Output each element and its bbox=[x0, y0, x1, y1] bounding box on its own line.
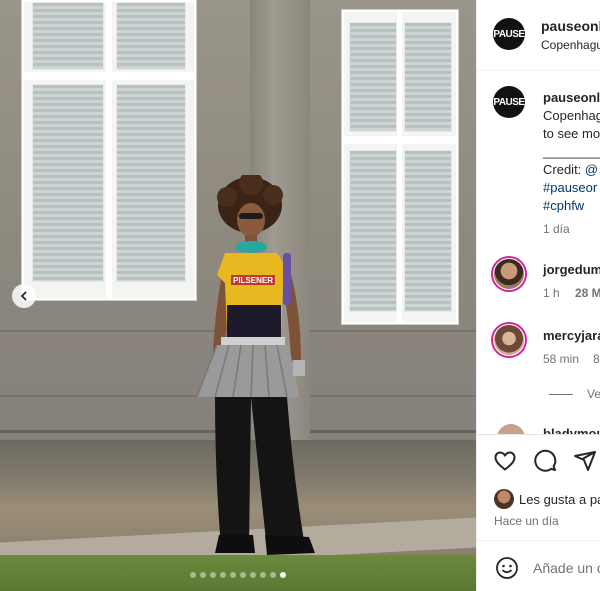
carousel-dot bbox=[210, 572, 216, 578]
comment-avatar[interactable] bbox=[491, 256, 527, 292]
caption-line-1: Copenhag bbox=[543, 108, 600, 123]
carousel-dot bbox=[270, 572, 276, 578]
carousel-dot bbox=[230, 572, 236, 578]
post-photo: PILSENER bbox=[0, 0, 476, 591]
comment-time: 1 h bbox=[543, 286, 560, 300]
comment-meta[interactable]: 8 bbox=[593, 352, 600, 366]
header-divider bbox=[477, 70, 600, 71]
comment-time: 58 min bbox=[543, 352, 580, 366]
emoji-icon bbox=[496, 557, 518, 579]
post-date[interactable]: Hace un día bbox=[494, 514, 559, 528]
add-comment-input[interactable]: Añade un co bbox=[533, 560, 600, 576]
actions-section: Les gusta a pa Hace un día Añade un co bbox=[477, 435, 600, 591]
liker-avatar[interactable] bbox=[494, 489, 514, 509]
likes-summary[interactable]: Les gusta a pa bbox=[519, 492, 600, 507]
hashtag-link[interactable]: #cphfw bbox=[543, 198, 584, 213]
left-window bbox=[22, 0, 196, 300]
avatar-logo-text: PAUSE bbox=[493, 96, 525, 108]
view-replies-link[interactable]: Ve bbox=[587, 387, 600, 401]
share-button[interactable] bbox=[573, 449, 597, 476]
comment-meta[interactable]: 28 M bbox=[575, 286, 600, 300]
model-figure: PILSENER bbox=[196, 175, 315, 555]
carousel-dot bbox=[200, 572, 206, 578]
carousel-dot bbox=[250, 572, 256, 578]
header-username[interactable]: pauseonli bbox=[541, 18, 600, 34]
comment-avatar[interactable] bbox=[491, 322, 527, 358]
hashtag-link[interactable]: #pauseor bbox=[543, 180, 597, 195]
share-icon bbox=[574, 451, 596, 471]
caption-avatar[interactable]: PAUSE bbox=[493, 86, 525, 118]
account-avatar[interactable]: PAUSE bbox=[493, 18, 525, 50]
carousel-dot bbox=[280, 572, 286, 578]
comment-button[interactable] bbox=[533, 449, 557, 476]
right-window bbox=[342, 10, 458, 324]
caption-line-2: to see mo bbox=[543, 126, 600, 141]
post-sidebar: PAUSE pauseonli Copenhagu PAUSE pauseonl… bbox=[476, 0, 600, 591]
caption-username[interactable]: pauseonl bbox=[543, 90, 600, 105]
chevron-left-icon bbox=[20, 291, 27, 301]
carousel-dot bbox=[240, 572, 246, 578]
carousel-indicator bbox=[190, 572, 286, 578]
like-button[interactable] bbox=[493, 449, 517, 476]
shirt-print-text: PILSENER bbox=[233, 276, 273, 285]
caption-separator: ___________ bbox=[543, 144, 600, 159]
heart-icon bbox=[494, 451, 516, 471]
header-location[interactable]: Copenhagu bbox=[541, 38, 600, 52]
carousel-prev-button[interactable] bbox=[12, 284, 36, 308]
comment-box-divider bbox=[477, 540, 600, 541]
comment-username[interactable]: mercyjara bbox=[543, 328, 600, 343]
comment-icon bbox=[534, 449, 557, 472]
comment-username[interactable]: jorgedum bbox=[543, 262, 600, 277]
carousel-dot bbox=[190, 572, 196, 578]
emoji-button[interactable] bbox=[495, 556, 519, 583]
avatar-logo-text: PAUSE bbox=[493, 28, 525, 40]
caption-timestamp[interactable]: 1 día bbox=[543, 222, 570, 236]
credit-label: Credit: bbox=[543, 162, 585, 177]
carousel-dot bbox=[260, 572, 266, 578]
replies-line bbox=[549, 394, 573, 395]
carousel-dot bbox=[220, 572, 226, 578]
caption-credit: Credit: @ bbox=[543, 162, 598, 177]
credit-handle-link[interactable]: @ bbox=[585, 162, 598, 177]
